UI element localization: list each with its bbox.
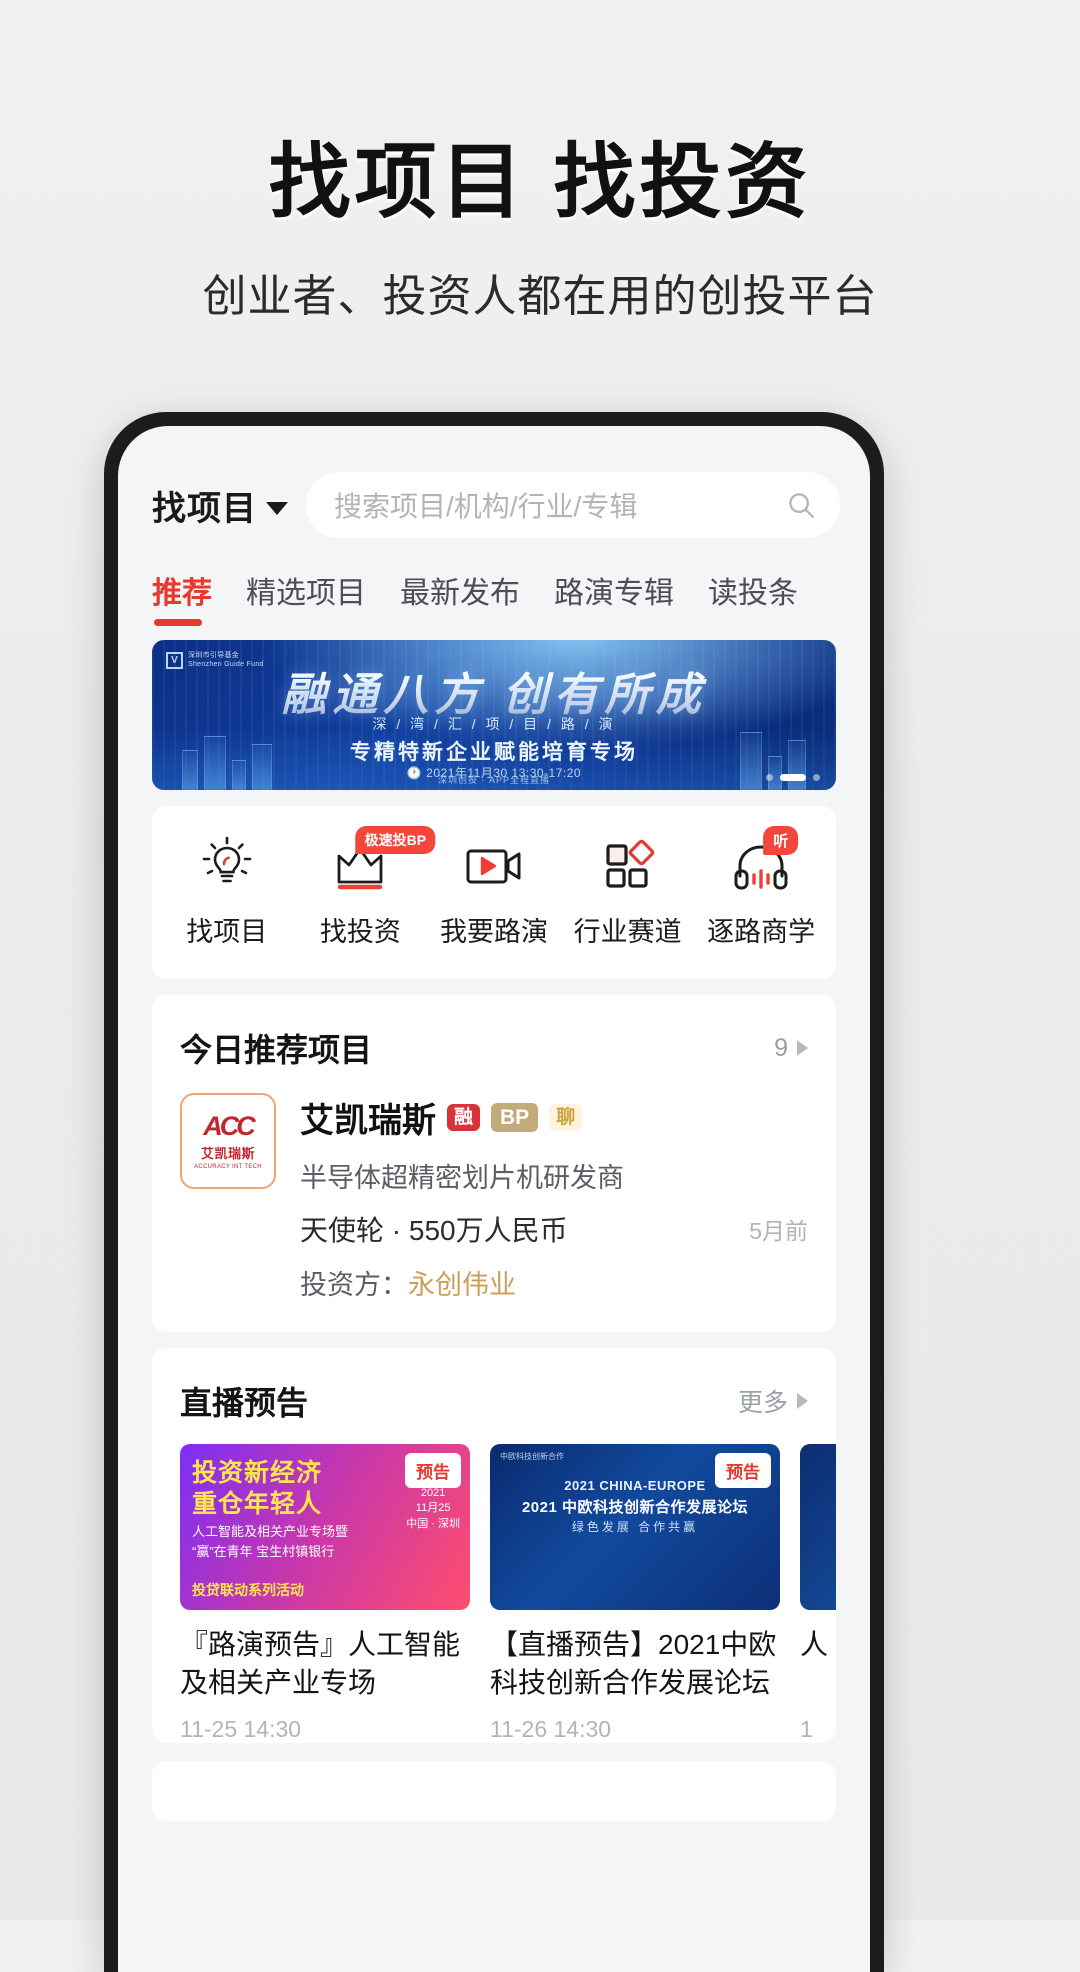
live-thumb-logo: 中欧科技创新合作 <box>500 1452 564 1462</box>
crown-icon: 极速投BP <box>329 832 391 892</box>
tab-recommend[interactable]: 推荐 <box>152 568 212 626</box>
live-preview-card: 直播预告 更多 预告 投资新经济 重仓年轻人 2021 11月25 中国 · 深… <box>152 1348 836 1743</box>
project-tag-bp: BP <box>491 1103 538 1132</box>
app-header: 找项目 搜索项目/机构/行业/专辑 <box>118 426 870 538</box>
quick-action-label: 行业赛道 <box>574 910 682 949</box>
quick-action-label: 我要路演 <box>440 910 548 949</box>
search-icon <box>786 490 816 520</box>
live-card-title: 『路演预告』人工智能及相关产业专场暨“赢”在… <box>180 1626 470 1702</box>
live-thumb-date: 2021 11月25 中国 · 深圳 <box>406 1486 460 1532</box>
project-logo: ACC 艾凯瑞斯 ACCURACY INT TECH <box>180 1093 276 1189</box>
live-thumb-en: 2021 CHINA-EUROPE <box>490 1478 780 1493</box>
quick-action-find-project[interactable]: 找项目 <box>160 832 294 949</box>
quick-action-find-investment[interactable]: 极速投BP 找投资 <box>294 832 428 949</box>
quick-actions-row: 找项目 极速投BP 找投资 我要路演 <box>152 806 836 979</box>
live-card[interactable]: 预告 投资新经济 重仓年轻人 2021 11月25 中国 · 深圳 人工智能及相… <box>180 1444 470 1743</box>
search-placeholder: 搜索项目/机构/行业/专辑 <box>334 485 776 525</box>
project-name: 艾凯瑞斯 <box>300 1093 436 1142</box>
live-card-title: 【直播预告】2021中欧科技创新合作发展论坛 <box>490 1626 780 1702</box>
project-name-row: 艾凯瑞斯 融 BP 聊 <box>300 1093 808 1142</box>
lightbulb-icon <box>199 832 255 892</box>
live-thumbnail: 预告 中欧科技创新合作 2021 CHINA-EUROPE 2021 中欧科技创… <box>490 1444 780 1610</box>
banner-footer: 深圳创投 · APP全程直播 <box>152 773 836 786</box>
banner-pagination[interactable] <box>766 774 820 781</box>
banner-dot-active[interactable] <box>780 774 806 781</box>
tab-roadshow[interactable]: 路演专辑 <box>554 568 674 626</box>
live-thumb-desc: 人工智能及相关产业专场暨 “赢”在青年 宝生村镇银行 <box>192 1522 348 1561</box>
live-card-time: 11-25 14:30 <box>180 1716 470 1743</box>
live-preview-header: 直播预告 更多 <box>152 1348 836 1424</box>
tab-bar: 推荐 精选项目 最新发布 路演专辑 读投条 <box>118 538 870 626</box>
project-investor: 投资方：永创伟业 <box>300 1263 808 1302</box>
live-card[interactable]: 预告 中欧科技创新合作 2021 CHINA-EUROPE 2021 中欧科技创… <box>490 1444 780 1743</box>
project-meta: 天使轮 · 550万人民币 5月前 <box>300 1209 808 1249</box>
search-input[interactable]: 搜索项目/机构/行业/专辑 <box>306 472 840 538</box>
tab-news[interactable]: 读投条 <box>708 568 798 626</box>
category-dropdown[interactable]: 找项目 <box>152 481 288 530</box>
tab-featured[interactable]: 精选项目 <box>246 568 366 626</box>
live-thumb-headline: 投资新经济 重仓年轻人 <box>192 1458 322 1519</box>
video-camera-icon <box>462 832 526 892</box>
next-section-card <box>152 1761 836 1821</box>
banner-subline: 深 / 湾 / 汇 / 项 / 目 / 路 / 演 <box>152 714 836 734</box>
quick-action-badge: 极速投BP <box>356 826 435 854</box>
project-investor-label: 投资方： <box>300 1270 408 1300</box>
quick-action-roadshow[interactable]: 我要路演 <box>427 832 561 949</box>
page-title: 找项目 找投资 <box>0 140 1080 226</box>
live-badge: 预告 <box>405 1453 461 1488</box>
live-thumbnail <box>800 1444 836 1610</box>
chevron-down-icon <box>266 502 288 515</box>
live-thumb-sub: 绿色发展 合作共赢 <box>490 1518 780 1535</box>
live-thumb-footer: 投贷联动系列活动 <box>192 1580 304 1600</box>
headphones-icon: 听 <box>730 832 792 892</box>
project-info: 艾凯瑞斯 融 BP 聊 半导体超精密划片机研发商 天使轮 · 550万人民币 5… <box>300 1093 808 1302</box>
live-card-time: 1 <box>800 1716 836 1743</box>
today-projects-count: 9 <box>774 1034 788 1063</box>
quick-action-industry-track[interactable]: 行业赛道 <box>561 832 695 949</box>
project-logo-cn: 艾凯瑞斯 <box>201 1143 255 1162</box>
project-time: 5月前 <box>749 1212 808 1246</box>
project-logo-mark: ACC <box>203 1113 253 1140</box>
project-tag-chat: 聊 <box>549 1104 582 1131</box>
promo-banner[interactable]: V 深圳市引导基金 Shenzhen Guide Fund 融通八方 创有所成 … <box>152 640 836 790</box>
section-title: 今日推荐项目 <box>180 1025 372 1071</box>
tab-latest[interactable]: 最新发布 <box>400 568 520 626</box>
live-card-title: 人 <box>800 1626 836 1702</box>
hero-section: 找项目 找投资 创业者、投资人都在用的创投平台 <box>0 0 1080 324</box>
today-projects-card: 今日推荐项目 9 ACC 艾凯瑞斯 ACCURACY INT TECH 艾凯瑞斯… <box>152 995 836 1332</box>
chevron-right-icon <box>797 1393 808 1409</box>
live-card-partial[interactable]: 人 1 <box>800 1444 836 1743</box>
quick-action-label: 找项目 <box>186 910 267 949</box>
project-description: 半导体超精密划片机研发商 <box>300 1156 808 1195</box>
quick-action-badge: 听 <box>763 826 798 855</box>
chevron-right-icon <box>797 1040 808 1056</box>
page-subtitle: 创业者、投资人都在用的创投平台 <box>0 260 1080 324</box>
project-logo-en: ACCURACY INT TECH <box>194 1164 262 1170</box>
project-round: 天使轮 · 550万人民币 <box>300 1209 568 1249</box>
section-title: 直播预告 <box>180 1378 308 1424</box>
grid-shapes-icon <box>599 832 657 892</box>
banner-subline-2: 专精特新企业赋能培育专场 <box>152 736 836 766</box>
quick-actions-card: 找项目 极速投BP 找投资 我要路演 <box>152 806 836 979</box>
live-more-label: 更多 <box>738 1383 788 1419</box>
live-thumb-cn: 2021 中欧科技创新合作发展论坛 <box>490 1496 780 1517</box>
banner-dot[interactable] <box>766 774 773 781</box>
quick-action-business-school[interactable]: 听 逐路商学 <box>694 832 828 949</box>
quick-action-label: 找投资 <box>320 910 401 949</box>
today-projects-more[interactable]: 9 <box>774 1034 808 1063</box>
project-row[interactable]: ACC 艾凯瑞斯 ACCURACY INT TECH 艾凯瑞斯 融 BP 聊 半… <box>152 1071 836 1332</box>
category-dropdown-label: 找项目 <box>152 481 257 530</box>
live-thumbnail: 预告 投资新经济 重仓年轻人 2021 11月25 中国 · 深圳 人工智能及相… <box>180 1444 470 1610</box>
app-screen: 找项目 搜索项目/机构/行业/专辑 推荐 精选项目 最新发布 路演专辑 读投条 … <box>118 426 870 1972</box>
today-projects-header: 今日推荐项目 9 <box>152 995 836 1071</box>
quick-action-label: 逐路商学 <box>707 910 815 949</box>
live-preview-more[interactable]: 更多 <box>738 1383 808 1419</box>
phone-mockup: 找项目 搜索项目/机构/行业/专辑 推荐 精选项目 最新发布 路演专辑 读投条 … <box>104 412 884 1972</box>
project-tag-financing: 融 <box>447 1104 480 1131</box>
banner-dot[interactable] <box>813 774 820 781</box>
live-card-scroller[interactable]: 预告 投资新经济 重仓年轻人 2021 11月25 中国 · 深圳 人工智能及相… <box>152 1424 836 1743</box>
project-investor-name[interactable]: 永创伟业 <box>408 1270 516 1300</box>
live-card-time: 11-26 14:30 <box>490 1716 780 1743</box>
